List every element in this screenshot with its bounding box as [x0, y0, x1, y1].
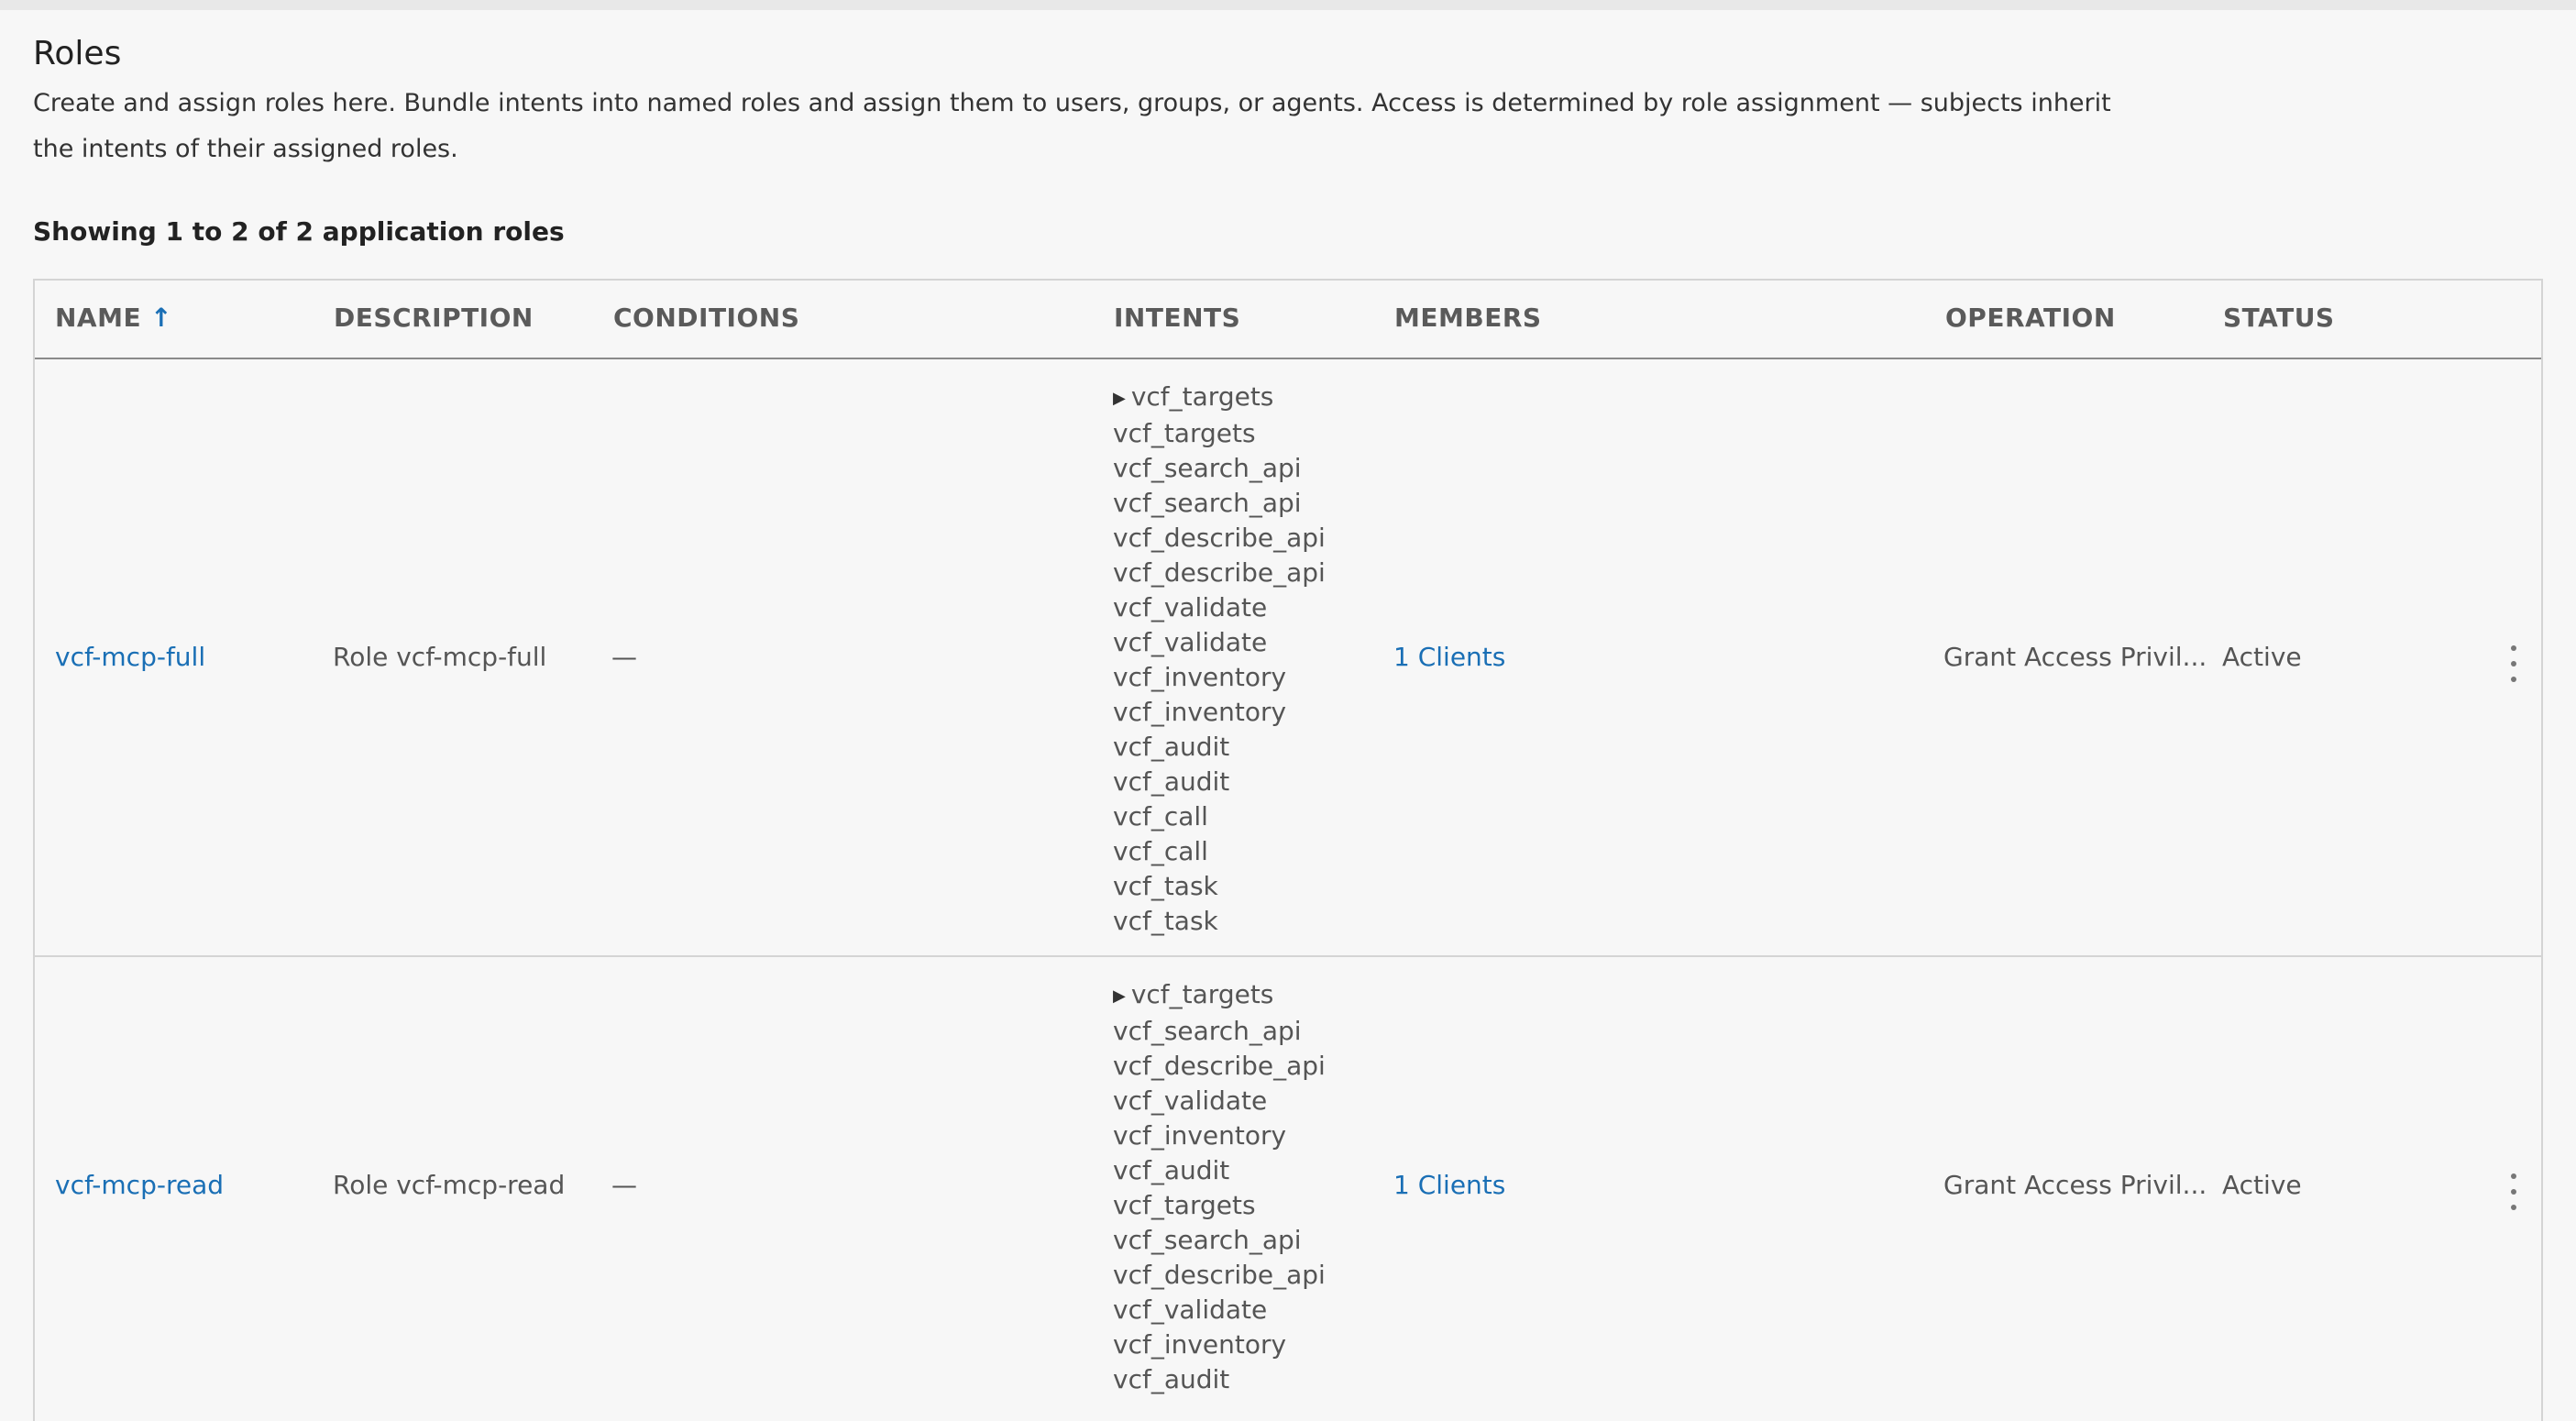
table-row: vcf-mcp-read Role vcf-mcp-read — ▶ vcf_ta… — [35, 957, 2541, 1415]
role-conditions: — — [611, 1170, 637, 1200]
kebab-menu-icon[interactable] — [2501, 1173, 2526, 1210]
intent-item: vcf_search_api — [1113, 453, 1302, 483]
intent-item: vcf_inventory — [1113, 1329, 1287, 1360]
intent-item: vcf_audit — [1113, 1364, 1230, 1394]
intent-item: vcf_targets — [1113, 1190, 1256, 1220]
role-name-link[interactable]: vcf-mcp-full — [55, 642, 205, 672]
page-description: Create and assign roles here. Bundle int… — [33, 89, 2111, 163]
role-description: Role vcf-mcp-read — [333, 1170, 566, 1200]
intent-item: vcf_search_api — [1113, 1225, 1302, 1255]
intent-item: vcf_validate — [1113, 592, 1268, 622]
intent-item: vcf_audit — [1113, 766, 1230, 797]
roles-table: NAME ↑ DESCRIPTION CONDITIONS INTENTS MEM… — [33, 279, 2543, 1421]
role-name-link[interactable]: vcf-mcp-read — [55, 1170, 224, 1200]
intent-item: vcf_call — [1113, 801, 1208, 832]
intent-item: vcf_search_api — [1113, 488, 1302, 518]
intent-item: vcf_describe_api — [1113, 1260, 1326, 1290]
intent-item[interactable]: ▶ vcf_targets — [1113, 380, 1326, 416]
column-header-members: MEMBERS — [1394, 303, 1542, 333]
triangle-right-icon[interactable]: ▶ — [1113, 986, 1126, 1006]
members-link[interactable]: 1 Clients — [1393, 642, 1505, 672]
results-count: Showing 1 to 2 of 2 application roles — [33, 216, 565, 247]
members-link[interactable]: 1 Clients — [1393, 1170, 1505, 1200]
status-text: Active — [2222, 1170, 2302, 1200]
column-header-operation: OPERATION — [1945, 303, 2116, 333]
intent-item: vcf_inventory — [1113, 662, 1287, 692]
intent-item: vcf_audit — [1113, 1155, 1230, 1185]
intents-list: ▶ vcf_targets vcf_targets vcf_search_api … — [1113, 380, 1326, 939]
intent-item: vcf_call — [1113, 836, 1208, 866]
column-header-description: DESCRIPTION — [334, 303, 534, 333]
intent-item: vcf_describe_api — [1113, 557, 1326, 588]
intent-item: vcf_describe_api — [1113, 523, 1326, 553]
arrow-up-icon[interactable]: ↑ — [150, 303, 172, 333]
role-operation: Grant Access Privil... — [1943, 642, 2207, 672]
column-header-name-label: NAME — [55, 303, 142, 333]
column-header-name[interactable]: NAME ↑ — [55, 303, 172, 333]
intent-item: vcf_inventory — [1113, 1120, 1287, 1151]
top-strip — [0, 0, 2576, 10]
intent-item: vcf_validate — [1113, 627, 1268, 657]
intents-list: ▶ vcf_targets vcf_search_api vcf_describe… — [1113, 977, 1326, 1397]
intent-item: vcf_validate — [1113, 1294, 1268, 1325]
intent-item: vcf_describe_api — [1113, 1051, 1326, 1081]
role-conditions: — — [611, 642, 637, 672]
intent-item: vcf_task — [1113, 906, 1218, 936]
intent-item: vcf_inventory — [1113, 697, 1287, 727]
intent-item: vcf_task — [1113, 871, 1218, 901]
table-row: vcf-mcp-full Role vcf-mcp-full — ▶ vcf_ta… — [35, 359, 2541, 957]
intent-item[interactable]: ▶ vcf_targets — [1113, 977, 1326, 1014]
column-header-intents: INTENTS — [1114, 303, 1241, 333]
triangle-right-icon[interactable]: ▶ — [1113, 389, 1126, 408]
kebab-menu-icon[interactable] — [2501, 645, 2526, 682]
intent-item: vcf_validate — [1113, 1085, 1268, 1116]
role-description: Role vcf-mcp-full — [333, 642, 547, 672]
intent-item: vcf_search_api — [1113, 1016, 1302, 1046]
role-operation: Grant Access Privil... — [1943, 1170, 2207, 1200]
column-header-conditions: CONDITIONS — [613, 303, 800, 333]
column-header-status: STATUS — [2223, 303, 2335, 333]
status-text: Active — [2222, 642, 2302, 672]
page-title: Roles — [33, 35, 122, 72]
table-header: NAME ↑ DESCRIPTION CONDITIONS INTENTS MEM… — [35, 281, 2541, 359]
intent-item: vcf_targets — [1113, 418, 1256, 448]
intent-item: vcf_audit — [1113, 732, 1230, 762]
